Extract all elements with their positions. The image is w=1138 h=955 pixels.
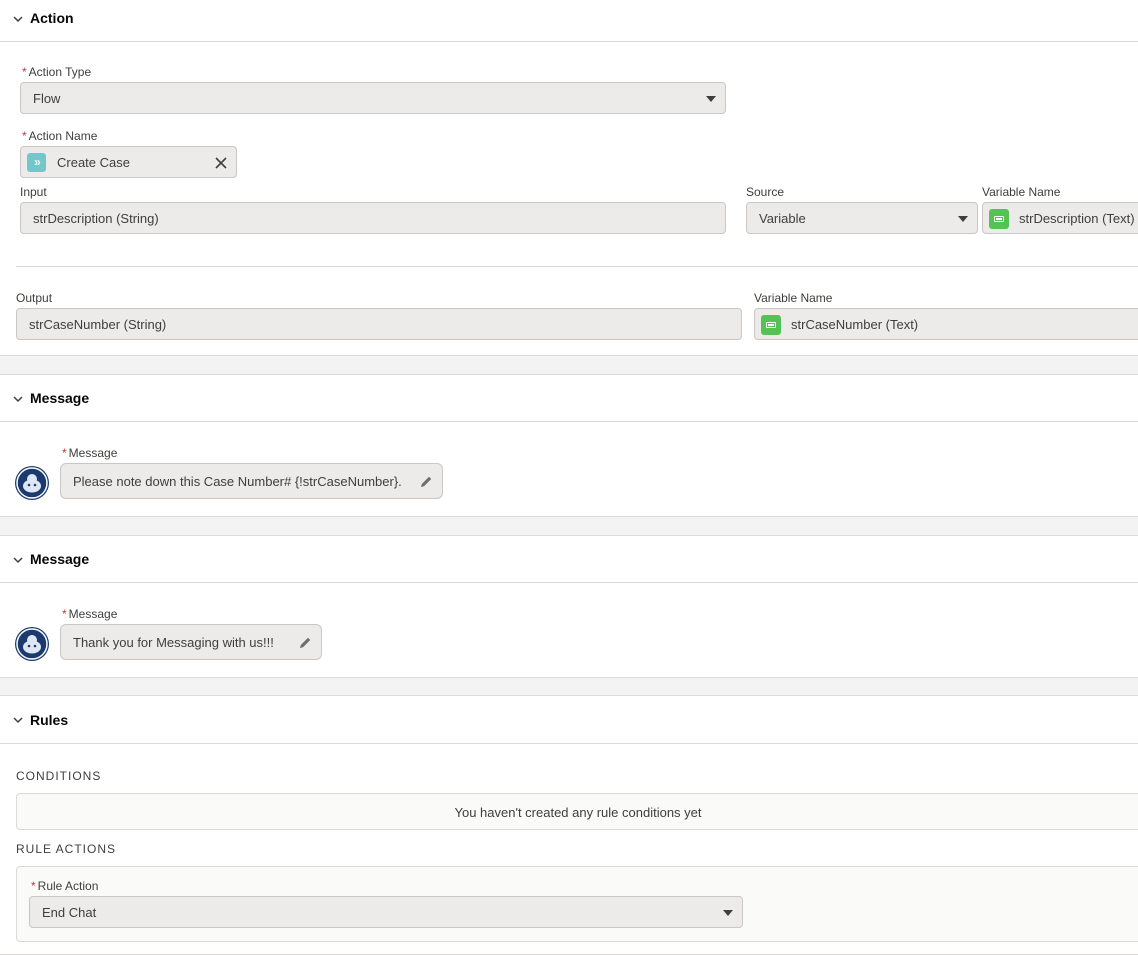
source-select[interactable]: Variable <box>746 202 978 234</box>
message-label: * Message <box>62 446 118 460</box>
message-label: * Message <box>62 607 118 621</box>
input-variable-field[interactable]: strDescription (Text) <box>982 202 1138 234</box>
dropdown-caret-icon <box>723 910 733 916</box>
chevron-down-icon[interactable] <box>13 715 23 725</box>
message-section-header[interactable]: Message <box>0 536 1138 583</box>
conditions-box: You haven't created any rule conditions … <box>16 793 1138 830</box>
rules-section-header[interactable]: Rules <box>0 696 1138 744</box>
message-bubble[interactable]: Thank you for Messaging with us!!! <box>60 624 322 660</box>
rules-section: Rules CONDITIONS You haven't created any… <box>0 695 1138 955</box>
dropdown-caret-icon <box>706 96 716 102</box>
output-variable-field[interactable]: strCaseNumber (Text) <box>754 308 1138 340</box>
rule-action-select[interactable]: End Chat <box>29 896 743 928</box>
chevron-down-icon[interactable] <box>13 555 23 565</box>
conditions-heading: CONDITIONS <box>16 769 102 783</box>
rule-actions-box: * Rule Action End Chat <box>16 866 1138 942</box>
action-name-pill[interactable]: » Create Case <box>20 146 237 178</box>
input-variable-label: Variable Name <box>982 185 1061 199</box>
bot-avatar-icon <box>15 627 49 661</box>
message-section-1: Message * Message Please note down this C… <box>0 374 1138 517</box>
chevron-down-icon[interactable] <box>13 14 23 24</box>
action-type-label: * Action Type <box>22 65 92 79</box>
variable-icon <box>989 209 1009 229</box>
action-section: Action * Action Type Flow * Action Name » … <box>0 0 1138 356</box>
action-section-header[interactable]: Action <box>0 0 1138 42</box>
conditions-empty-text: You haven't created any rule conditions … <box>454 805 702 820</box>
section-title: Action <box>30 10 74 26</box>
section-divider <box>16 266 1138 267</box>
action-name-label: * Action Name <box>22 129 98 143</box>
message-section-2: Message * Message Thank you for Messaging… <box>0 535 1138 678</box>
flow-icon: » <box>27 153 46 172</box>
rule-actions-heading: RULE ACTIONS <box>16 842 117 856</box>
variable-icon <box>761 315 781 335</box>
input-field: strDescription (String) <box>20 202 726 234</box>
pencil-icon[interactable] <box>297 635 313 651</box>
section-title: Message <box>30 390 90 406</box>
close-icon[interactable] <box>215 157 227 169</box>
message-bubble[interactable]: Please note down this Case Number# {!str… <box>60 463 443 499</box>
output-label: Output <box>16 291 53 305</box>
action-type-select[interactable]: Flow <box>20 82 726 114</box>
message-section-header[interactable]: Message <box>0 375 1138 422</box>
output-field: strCaseNumber (String) <box>16 308 742 340</box>
chevron-down-icon[interactable] <box>13 394 23 404</box>
section-title: Rules <box>30 712 69 728</box>
input-label: Input <box>20 185 47 199</box>
rule-action-label: * Rule Action <box>31 879 99 893</box>
section-title: Message <box>30 551 90 567</box>
output-variable-label: Variable Name <box>754 291 833 305</box>
bot-avatar-icon <box>15 466 49 500</box>
dropdown-caret-icon <box>958 216 968 222</box>
pencil-icon[interactable] <box>418 474 434 490</box>
source-label: Source <box>746 185 785 199</box>
